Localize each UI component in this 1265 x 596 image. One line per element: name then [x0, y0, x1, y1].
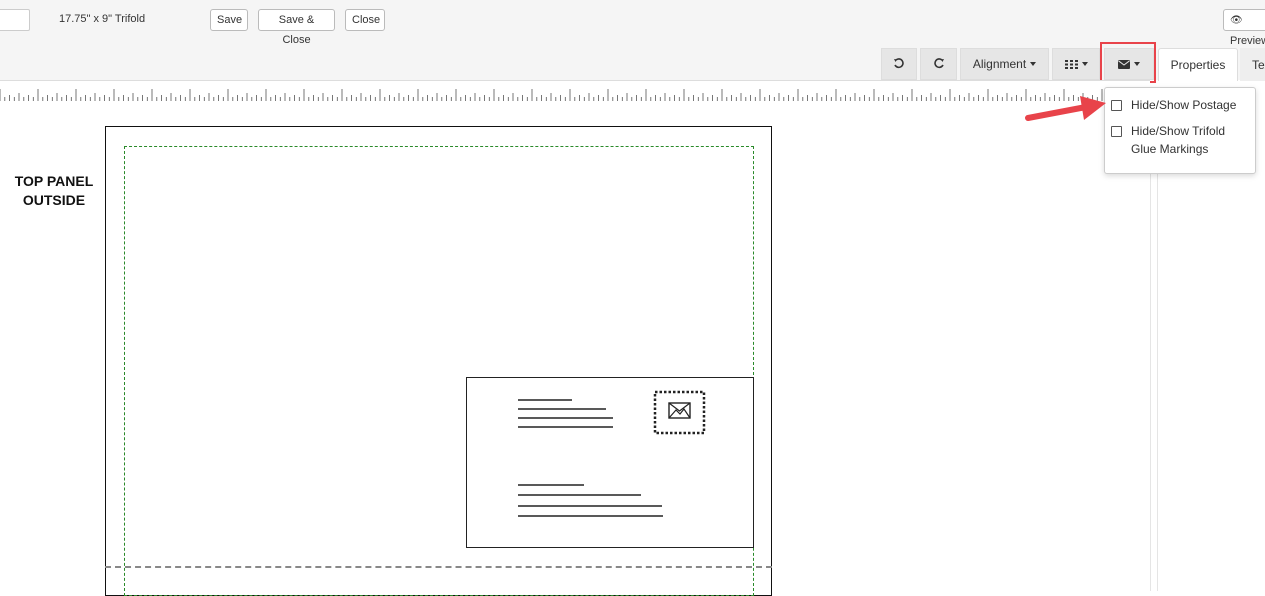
redo-button[interactable]: [920, 48, 957, 80]
undo-button[interactable]: [881, 48, 917, 80]
panel-label-line1: TOP PANEL: [14, 173, 94, 189]
save-button[interactable]: Save: [210, 9, 248, 31]
menu-item-label: Hide/Show Trifold Glue Markings: [1131, 124, 1226, 156]
alignment-label: Alignment: [972, 57, 1027, 71]
preview-label: Preview: [1230, 35, 1265, 47]
horizontal-ruler: [0, 80, 1150, 101]
panel-label-line2: OUTSIDE: [22, 192, 86, 208]
undo-icon: [894, 58, 904, 69]
preview-button[interactable]: 👁 Preview: [1223, 9, 1265, 47]
address-block-graphic: [518, 399, 663, 517]
menu-item-label: Hide/Show Postage: [1131, 98, 1237, 112]
address-block[interactable]: [466, 377, 754, 548]
save-close-button[interactable]: Save & Close: [258, 9, 335, 46]
top-bar: 17.75" x 9" Trifold Save Save & Close Cl…: [0, 0, 1265, 83]
glue-markings-checkbox[interactable]: [1111, 126, 1122, 137]
postage-checkbox[interactable]: [1111, 100, 1122, 111]
fold-line: [105, 566, 772, 568]
tab-properties[interactable]: Properties: [1158, 48, 1238, 81]
grid-dropdown[interactable]: [1052, 48, 1100, 80]
document-size-label: 17.75" x 9" Trifold: [59, 13, 146, 25]
stamp-icon: [653, 390, 706, 435]
mail-options-menu: Hide/Show Postage Hide/Show Trifold Glue…: [1104, 87, 1256, 174]
chevron-down-icon: [1081, 62, 1088, 66]
panel-label: TOP PANEL OUTSIDE: [0, 172, 108, 210]
grid-icon: [1064, 59, 1078, 69]
red-arrow-annotation: [1025, 96, 1106, 121]
menu-item-hide-show-glue-markings[interactable]: Hide/Show Trifold Glue Markings: [1111, 122, 1241, 158]
eye-icon: 👁: [1230, 15, 1243, 26]
tab-text[interactable]: Text: [1240, 48, 1265, 81]
redo-icon: [933, 58, 944, 69]
highlight-box: [1100, 42, 1156, 83]
close-button[interactable]: Close: [345, 9, 385, 31]
document-name-input[interactable]: [0, 9, 30, 31]
chevron-down-icon: [1030, 62, 1037, 66]
menu-item-hide-show-postage[interactable]: Hide/Show Postage: [1111, 96, 1236, 114]
alignment-dropdown[interactable]: Alignment: [960, 48, 1049, 80]
